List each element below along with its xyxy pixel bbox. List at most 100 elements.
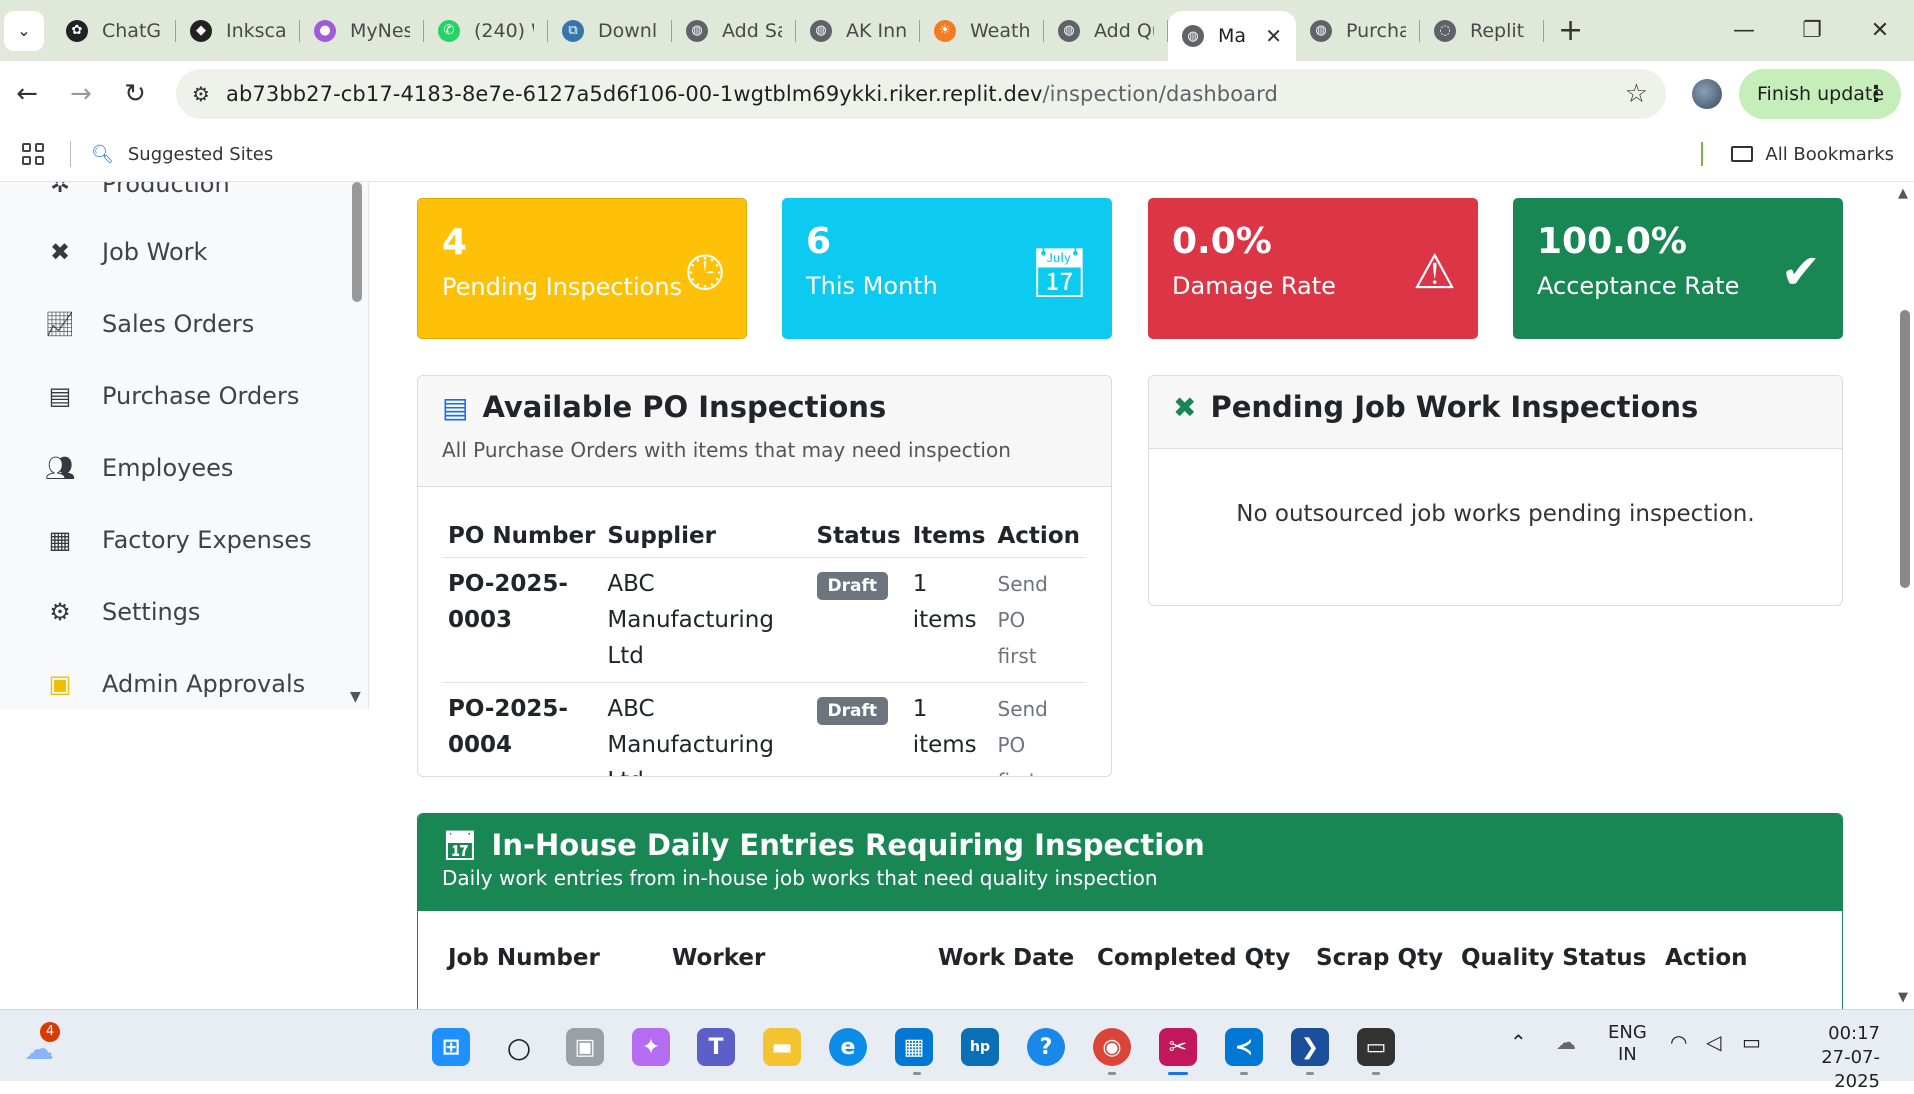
browser-tab[interactable]: ◍ Add Sa [672,0,796,61]
browser-tab[interactable]: ✆ (240) W [424,0,548,61]
bookmarks-right-divider [1701,142,1704,166]
battery-icon[interactable]: ▭ [1742,1030,1761,1054]
more-menu-icon[interactable]: ⋮ [1865,82,1887,107]
running-indicator [1372,1072,1380,1075]
calendar-icon: 📅︎ [442,828,478,862]
edge-icon[interactable]: e [829,1028,867,1066]
browser-tab[interactable]: ◌ Replit - [1420,0,1544,61]
store-icon[interactable]: ▦ [895,1028,933,1066]
scroll-down-arrow-icon[interactable]: ▼ [1898,990,1908,1005]
minimize-icon[interactable]: — [1710,18,1778,43]
new-tab-icon[interactable]: + [1558,13,1583,48]
teams-icon[interactable]: T [697,1028,735,1066]
daily-card-header: 📅︎ In-House Daily Entries Requiring Insp… [418,814,1842,911]
tab-title: AK Inno [846,19,906,42]
help-icon[interactable]: ? [1027,1028,1065,1066]
daily-card-body: Job Number Worker Work Date Completed Qt… [418,911,1842,979]
notification-badge: 4 [40,1022,60,1042]
finish-update-button[interactable]: Finish update ⋮ [1739,69,1901,119]
language-region: IN [1618,1044,1637,1065]
sidebar-item-production[interactable]: ✲ Production [44,182,230,198]
tab-title: Downlo [598,19,658,42]
sidebar-item-job-work[interactable]: ✖ Job Work [44,238,207,266]
onedrive-icon[interactable]: ☁ [1556,1030,1576,1054]
address-bar[interactable]: ⚙ ab73bb27-cb17-4183-8e7e-6127a5d6f106-0… [176,69,1666,119]
sidebar-item-label: Settings [102,598,201,626]
restore-icon[interactable]: ❐ [1778,18,1846,43]
browser-tab-strip: ⌄ ✿ ChatGP ◆ Inkscap ● MyNes ✆ (240) W ⧉ Downlo ◍ A… [0,0,1914,61]
sidebar-item-admin-approvals[interactable]: ▣ Admin Approvals [44,670,305,698]
po-inspections-card: ▤ Available PO Inspections All Purchase … [417,375,1112,777]
production-icon: ✲ [49,182,71,198]
bookmark-star-icon[interactable]: ☆ [1625,79,1648,109]
close-window-icon[interactable]: ✕ [1846,18,1914,43]
sidebar-item-label: Employees [102,454,234,482]
close-tab-icon[interactable]: ✕ [1265,24,1282,48]
tab-title: Ma [1218,25,1247,47]
apps-grid-icon[interactable] [22,143,44,165]
globe-icon: ◍ [1310,19,1332,42]
task-view-icon[interactable]: ▣ [566,1028,604,1066]
scroll-down-arrow-icon[interactable]: ▼ [350,689,361,705]
openai-icon: ✿ [66,19,88,42]
back-icon[interactable]: ← [0,79,54,109]
sidebar-item-settings[interactable]: ⚙ Settings [44,598,200,626]
profile-avatar[interactable] [1692,79,1722,109]
browser-tab[interactable]: ◍ Ma ✕ [1168,11,1296,61]
chrome-icon[interactable]: ◉ [1093,1028,1131,1066]
tab-title: Weathe [970,19,1030,42]
scroll-up-arrow-icon[interactable]: ▲ [1898,186,1908,201]
browser-tab[interactable]: ● MyNes [300,0,424,61]
start-icon[interactable]: ⊞ [432,1028,470,1066]
all-bookmarks-label: All Bookmarks [1765,143,1894,165]
file-icon: ▤ [442,390,469,424]
clock-icon: 🕒︎ [686,245,724,301]
page-scrollbar-thumb[interactable] [1900,310,1910,588]
wifi-icon[interactable]: ◠ [1670,1030,1687,1054]
supplier-cell: ABC ManufacturingLtd [601,682,811,776]
tab-title: Add Qu [1094,19,1154,42]
reload-icon[interactable]: ↻ [108,79,162,109]
language-indicator[interactable]: ENG IN [1608,1022,1647,1066]
bookmarks-divider [70,141,71,167]
copilot-icon[interactable]: ✦ [632,1028,670,1066]
sidebar-item-label: Purchase Orders [102,382,300,410]
sidebar-item-purchase-orders[interactable]: ▤ Purchase Orders [44,382,300,410]
po-number-cell: PO-2025- 0004 [442,682,602,776]
snipping-tool-icon[interactable]: ✂ [1159,1028,1197,1066]
action-cell: Send POfirst [991,557,1086,683]
sidebar-item-employees[interactable]: 👥︎ Employees [44,454,234,482]
browser-tab[interactable]: ◍ AK Inno [796,0,920,61]
file-explorer-icon[interactable]: ▬ [763,1028,801,1066]
powershell-icon[interactable]: ❯ [1291,1028,1329,1066]
python-icon: ⧉ [562,19,584,42]
vscode-icon[interactable]: ≺ [1225,1028,1263,1066]
tab-search-button[interactable]: ⌄ [4,10,44,51]
sidebar-item-sales-orders[interactable]: 📈︎ Sales Orders [44,310,254,338]
weather-icon: ☀ [934,19,956,42]
volume-icon[interactable]: ◁ [1706,1030,1721,1054]
sidebar-scrollbar-thumb[interactable] [352,182,362,302]
folder-icon [1731,146,1754,162]
browser-tab[interactable]: ◍ Purcha [1296,0,1420,61]
browser-tab[interactable]: ☀ Weathe [920,0,1044,61]
warning-icon: ⚠ [1412,244,1456,300]
show-hidden-icons-icon[interactable]: ⌃ [1510,1030,1527,1054]
browser-tab[interactable]: ✿ ChatGP [52,0,176,61]
terminal-icon[interactable]: ▭ [1357,1028,1395,1066]
myhp-icon[interactable]: hp [961,1028,999,1066]
sidebar-item-factory-expenses[interactable]: ▦ Factory Expenses [44,526,312,554]
sidebar-scrollbar[interactable]: ▼ [350,182,364,709]
search-icon[interactable]: ○ [500,1028,538,1066]
column-header: Job Number [448,945,600,971]
bookmark-suggested-sites[interactable]: 🔍︎ Suggested Sites [91,144,273,165]
page-scrollbar[interactable]: ▲ ▼ [1896,182,1914,1009]
site-info-icon[interactable]: ⚙ [176,82,226,106]
forward-icon[interactable]: → [54,79,108,109]
browser-tab[interactable]: ⧉ Downlo [548,0,672,61]
clock[interactable]: 00:17 27-07-2025 [1792,1022,1880,1094]
browser-tab[interactable]: ◆ Inkscap [176,0,300,61]
all-bookmarks-button[interactable]: All Bookmarks [1701,142,1894,166]
job-work-card-header: ✖ Pending Job Work Inspections [1149,376,1842,449]
browser-tab[interactable]: ◍ Add Qu [1044,0,1168,61]
